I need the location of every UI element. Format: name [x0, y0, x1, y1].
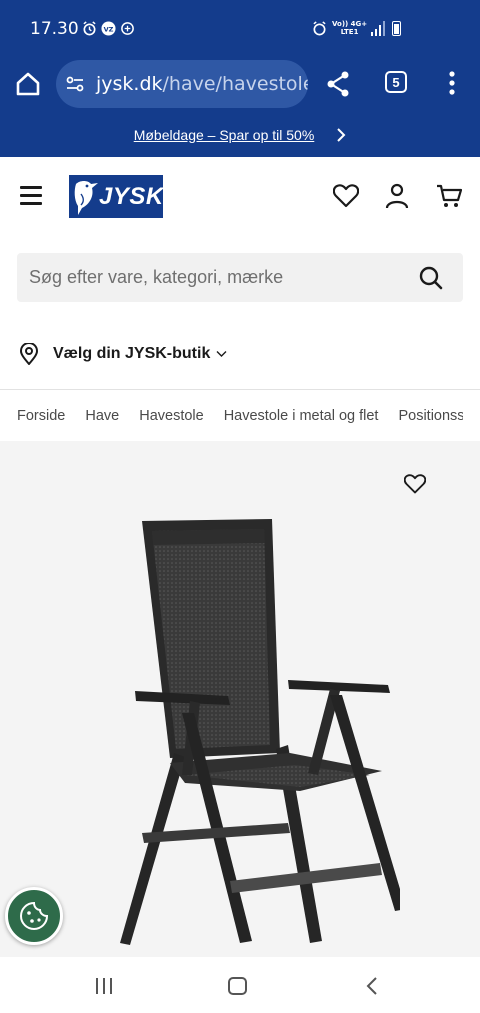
alarm-icon: [83, 21, 96, 36]
breadcrumb-item[interactable]: Havestole: [139, 408, 203, 424]
tabs-button[interactable]: 5: [385, 71, 407, 93]
heart-icon[interactable]: [333, 184, 359, 208]
breadcrumb-item[interactable]: Have: [85, 408, 119, 424]
back-icon[interactable]: [366, 977, 378, 995]
network-line2: LTE1: [340, 28, 359, 36]
url-path: /have/havestole/: [162, 73, 308, 95]
network-line1: Vo)) 4G+: [332, 20, 368, 28]
logo-text: JYSK: [99, 182, 164, 210]
garden-chair-image: [120, 519, 400, 945]
vz-app-icon: VZ: [101, 21, 116, 36]
logo-bird-icon: [74, 181, 98, 215]
cookie-icon: [20, 901, 49, 930]
breadcrumb-item[interactable]: Positionsstole: [398, 408, 463, 424]
location-pin-icon: [19, 343, 39, 365]
breadcrumb-item[interactable]: Forside: [17, 408, 65, 424]
browser-toolbar: jysk.dk/have/havestole/ 5: [0, 56, 480, 112]
promo-banner[interactable]: Møbeldage – Spar op til 50%: [0, 112, 480, 157]
network-indicator: Vo)) 4G+ LTE1: [332, 20, 367, 36]
store-selector[interactable]: Vælg din JYSK-butik: [19, 341, 227, 367]
hamburger-menu-icon[interactable]: [20, 186, 42, 205]
search-input[interactable]: Søg efter vare, kategori, mærke: [17, 253, 463, 302]
url-bar[interactable]: jysk.dk/have/havestole/: [56, 60, 308, 108]
home-icon[interactable]: [14, 70, 42, 98]
site-settings-icon[interactable]: [64, 73, 86, 95]
status-notification-icons: VZ: [82, 21, 135, 36]
breadcrumb: Forside Have Havestole Havestole i metal…: [17, 405, 463, 427]
nav-home-icon[interactable]: [228, 977, 247, 995]
cart-icon[interactable]: [436, 184, 462, 208]
battery-icon: [392, 21, 401, 36]
alarm-status-icon: [313, 21, 326, 36]
breadcrumb-item[interactable]: Havestole i metal og flet: [224, 408, 379, 424]
signal-icon: [371, 21, 385, 36]
search-icon[interactable]: [419, 266, 443, 290]
svg-text:VZ: VZ: [104, 25, 114, 33]
chevron-right-icon: [337, 127, 346, 142]
jysk-logo[interactable]: JYSK: [69, 175, 163, 218]
product-image-area[interactable]: [0, 441, 480, 957]
chevron-down-icon: [216, 351, 227, 357]
url-text: jysk.dk/have/havestole/: [96, 73, 308, 95]
promo-link[interactable]: Møbeldage – Spar op til 50%: [134, 127, 315, 143]
store-label: Vælg din JYSK-butik: [53, 345, 211, 362]
site-header: JYSK: [0, 157, 480, 235]
url-domain: jysk.dk: [96, 73, 163, 95]
search-placeholder: Søg efter vare, kategori, mærke: [29, 267, 284, 287]
status-time: 17.30: [30, 19, 79, 39]
status-bar: 17.30 VZ Vo)) 4G+ LTE1: [0, 0, 480, 56]
system-nav-bar: [0, 957, 480, 1013]
heart-icon[interactable]: [404, 474, 426, 494]
user-icon[interactable]: [385, 183, 409, 209]
divider: [0, 389, 480, 390]
share-icon[interactable]: [325, 70, 351, 98]
sync-icon: [121, 22, 134, 35]
cookie-settings-button[interactable]: [5, 887, 63, 945]
more-vert-icon[interactable]: [440, 69, 464, 97]
recents-icon[interactable]: [94, 977, 114, 995]
